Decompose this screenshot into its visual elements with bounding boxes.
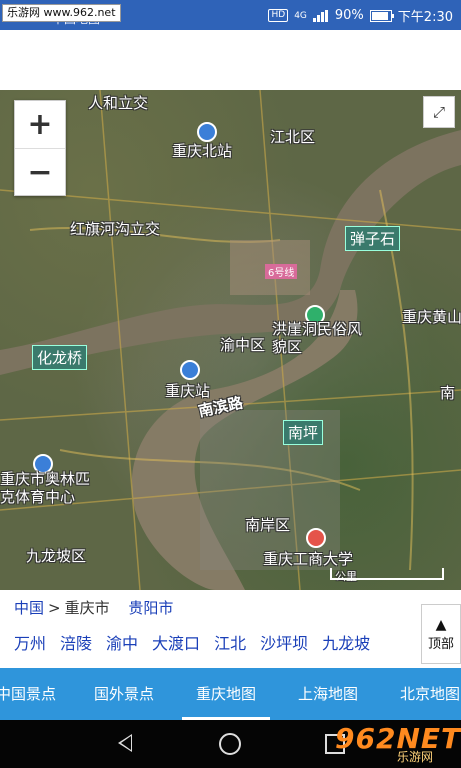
map-label: 南坪 — [283, 420, 324, 445]
map-label: 南 — [440, 384, 456, 402]
breadcrumb: 中国 > 重庆市 贵阳市 — [14, 597, 173, 618]
zoom-out-button[interactable]: − — [15, 149, 65, 196]
map-label: 重庆黄山 — [402, 308, 461, 326]
tab-china-sights[interactable]: 中国景点 — [0, 668, 56, 720]
breadcrumb-root-link[interactable]: 中国 — [14, 599, 44, 617]
map-label: 渝中区 — [220, 336, 266, 354]
status-bar: 中国地图 乐游网 www.962.net HD 4G 90% 下午2:30 — [0, 0, 461, 30]
map-label: 江北区 — [270, 128, 316, 146]
district-link[interactable]: 渝中 — [106, 630, 138, 654]
map-label: 南岸区 — [245, 516, 291, 534]
breadcrumb-current: 重庆市 — [64, 599, 110, 617]
district-link[interactable]: 涪陵 — [60, 630, 92, 654]
tab-shanghai-map[interactable]: 上海地图 — [298, 668, 358, 720]
map-label: 重庆站 — [165, 382, 211, 400]
back-icon[interactable] — [118, 734, 132, 752]
map-scale-bar — [330, 568, 444, 580]
map-label: 九龙坡区 — [26, 547, 87, 565]
map-label: 重庆工商大学 — [263, 550, 354, 568]
metro-line-label: 6号线 — [265, 264, 298, 279]
tab-chongqing-map[interactable]: 重庆地图 — [182, 668, 271, 720]
district-link[interactable]: 江北 — [214, 630, 246, 654]
satellite-map[interactable]: + − ⤢ 人和立交 重庆北站 江北区 红旗河沟立交 弹子石 6号线 重庆黄山 … — [0, 90, 461, 590]
tab-bar: 中国景点 国外景点 重庆地图 上海地图 北京地图 — [0, 668, 461, 720]
home-icon[interactable] — [219, 733, 241, 755]
district-link[interactable]: 万州 — [14, 630, 46, 654]
battery-percent: 90% — [334, 8, 364, 23]
map-label: 红旗河沟立交 — [70, 220, 161, 238]
breadcrumb-separator: > — [48, 599, 61, 617]
district-links: 万州 涪陵 渝中 大渡口 江北 沙坪坝 九龙坡 — [14, 630, 370, 654]
hd-icon: HD — [268, 9, 289, 22]
zoom-in-button[interactable]: + — [15, 101, 65, 149]
map-label: 重庆北站 — [172, 142, 233, 160]
map-label: 重庆市奥林匹克体育中心 — [0, 470, 91, 506]
map-label: 洪崖洞民俗风貌区 — [272, 320, 363, 356]
university-pin-icon[interactable] — [306, 528, 326, 548]
back-to-top-label: 顶部 — [427, 636, 454, 652]
map-label: 弹子石 — [345, 226, 401, 251]
clock: 下午2:30 — [397, 10, 453, 25]
watermark: 乐游网 www.962.net — [2, 4, 121, 22]
back-to-top-button[interactable]: ▲ 顶部 — [421, 604, 461, 664]
map-label: 化龙桥 — [32, 345, 88, 370]
station-pin-icon[interactable] — [180, 360, 200, 380]
district-link[interactable]: 大渡口 — [152, 630, 200, 654]
zoom-control: + − — [14, 100, 66, 196]
station-pin-icon[interactable] — [197, 122, 217, 142]
battery-icon — [369, 9, 394, 22]
breadcrumb-sibling-link[interactable]: 贵阳市 — [128, 599, 173, 617]
fullscreen-icon: ⤢ — [432, 103, 445, 121]
tab-beijing-map[interactable]: 北京地图 — [400, 668, 460, 720]
tab-foreign-sights[interactable]: 国外景点 — [94, 668, 154, 720]
district-link[interactable]: 九龙坡 — [322, 630, 370, 654]
network-label: 4G — [294, 10, 307, 21]
logo-subtext: 乐游网 — [397, 750, 434, 764]
site-logo: 962NET 乐游网 — [335, 722, 460, 764]
district-link[interactable]: 沙坪坝 — [260, 630, 308, 654]
up-arrow-icon: ▲ — [435, 616, 447, 633]
fullscreen-button[interactable]: ⤢ — [423, 96, 455, 128]
map-label: 人和立交 — [88, 94, 149, 112]
signal-icon — [312, 9, 329, 22]
